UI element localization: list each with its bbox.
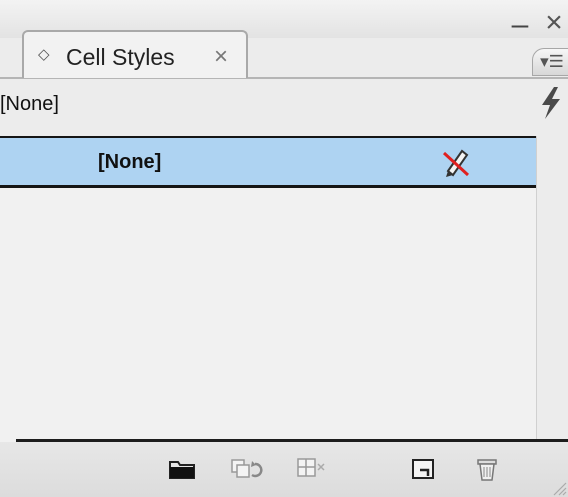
delete-style-icon[interactable]: [470, 450, 506, 486]
panel-toolbar: [0, 442, 568, 497]
tab-label: Cell Styles: [66, 44, 175, 70]
new-style-group-icon[interactable]: [164, 450, 200, 486]
unlink-style-icon[interactable]: [294, 450, 330, 486]
list-scrollbar[interactable]: [536, 136, 568, 442]
current-style-label: [None]: [0, 93, 59, 115]
style-name: [None]: [98, 151, 162, 173]
cell-styles-panel: – × ◇ Cell Styles × ▾☰ [None] [None]: [0, 0, 568, 497]
clear-overrides-icon[interactable]: [228, 450, 264, 486]
close-panel-button[interactable]: ×: [540, 8, 568, 38]
tab-close-icon[interactable]: ×: [208, 42, 234, 72]
list-item[interactable]: [None]: [0, 138, 536, 188]
styles-list[interactable]: [None]: [0, 136, 536, 442]
new-style-icon[interactable]: [406, 450, 442, 486]
current-style-bar: [None]: [0, 79, 568, 129]
panel-menu-icon: ▾☰: [540, 52, 564, 71]
collapse-toggle-icon[interactable]: ◇: [38, 45, 52, 65]
panel-menu-button[interactable]: ▾☰: [532, 48, 568, 76]
minimize-button[interactable]: –: [510, 10, 530, 40]
lightning-icon[interactable]: [534, 85, 568, 121]
tab-cell-styles[interactable]: ◇ Cell Styles ×: [22, 30, 248, 78]
no-edit-pencil-icon: [440, 143, 472, 179]
resize-grip-icon[interactable]: [550, 479, 568, 497]
